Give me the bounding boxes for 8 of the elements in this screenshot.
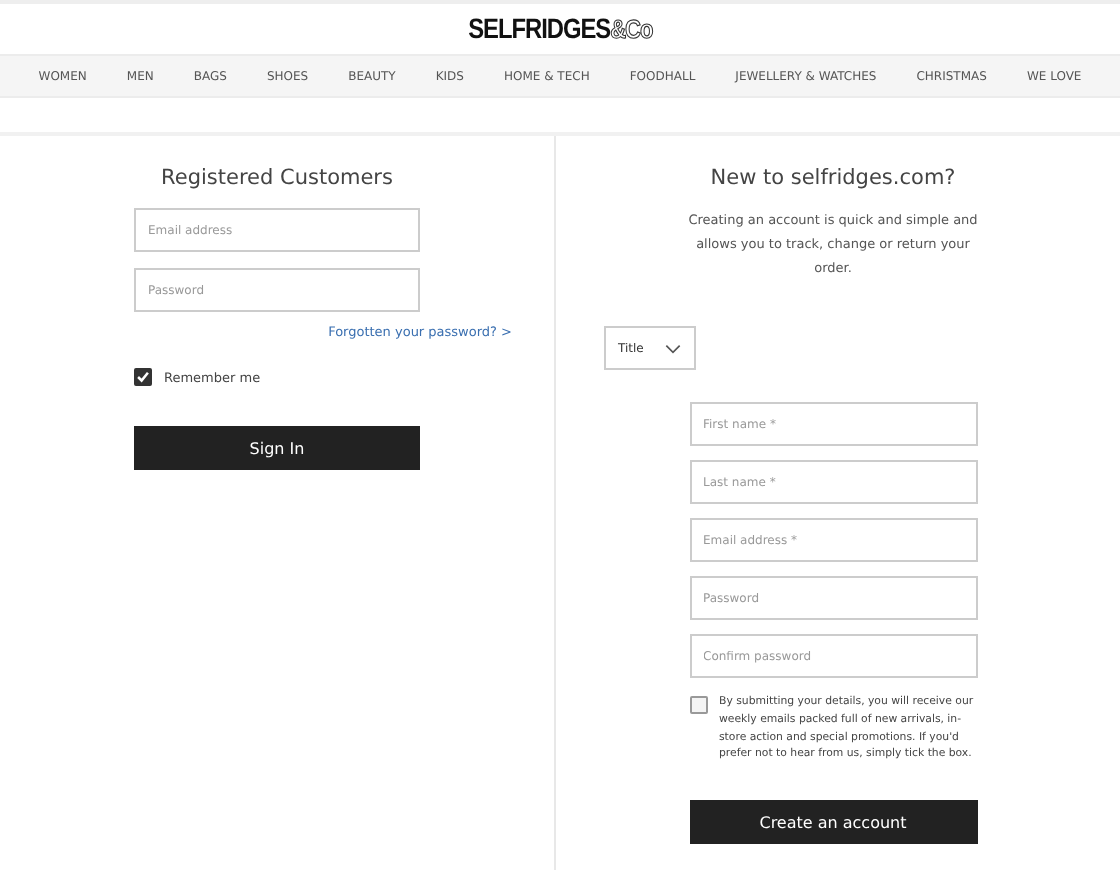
logo[interactable]: SELFRIDGES&Co xyxy=(467,12,653,46)
section-title: New to selfridges.com? xyxy=(710,166,956,190)
checkbox[interactable] xyxy=(689,696,707,714)
section-title: Registered Customers xyxy=(161,166,393,190)
chevron-down-icon xyxy=(664,343,682,353)
checkbox[interactable] xyxy=(134,368,152,386)
create-account-button[interactable]: Create an account xyxy=(689,800,977,845)
sign-in-button[interactable]: Sign In xyxy=(134,426,420,470)
